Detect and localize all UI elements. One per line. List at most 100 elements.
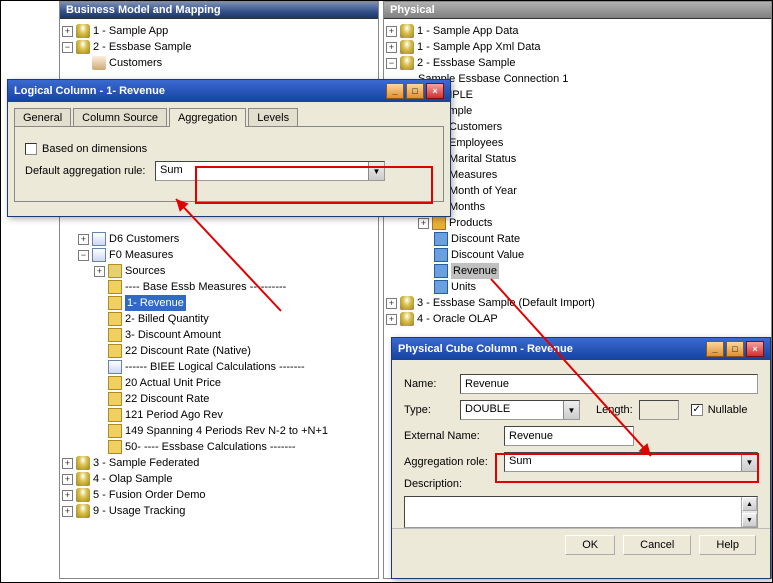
scroll-down-icon[interactable]: ▼: [742, 513, 757, 527]
database-icon: [400, 56, 414, 70]
tree-item[interactable]: Discount Value: [386, 247, 769, 263]
minimize-button[interactable]: _: [386, 83, 404, 99]
scrollbar[interactable]: ▲ ▼: [741, 497, 757, 527]
based-on-dimensions-label: Based on dimensions: [42, 143, 147, 155]
tabs: General Column Source Aggregation Levels: [14, 108, 444, 127]
default-agg-label: Default aggregation rule:: [25, 165, 155, 177]
minimize-button[interactable]: _: [706, 341, 724, 357]
tree-item[interactable]: Units: [386, 279, 769, 295]
tree-item[interactable]: +1 - Sample App Xml Data: [386, 39, 769, 55]
tree-item[interactable]: Customers: [62, 55, 376, 71]
dimension-icon: [432, 216, 446, 230]
description-textarea[interactable]: ▲ ▼: [404, 496, 758, 528]
tree-item[interactable]: −F0 Measures: [62, 247, 376, 263]
tree-item[interactable]: +Sources: [62, 263, 376, 279]
name-input[interactable]: [460, 374, 758, 394]
tree-item[interactable]: +1 - Sample App: [62, 23, 376, 39]
tree-item[interactable]: Discount Rate: [386, 231, 769, 247]
tab-aggregation[interactable]: Aggregation: [169, 108, 246, 127]
tree-item[interactable]: +3 - Sample Federated: [62, 455, 376, 471]
nullable-checkbox[interactable]: ✓: [691, 404, 703, 416]
tree-item[interactable]: 121 Period Ago Rev: [62, 407, 376, 423]
tree-item[interactable]: +5 - Fusion Order Demo: [62, 487, 376, 503]
database-icon: [400, 312, 414, 326]
help-button[interactable]: Help: [699, 535, 756, 555]
close-button[interactable]: ×: [746, 341, 764, 357]
tree-item[interactable]: +4 - Oracle OLAP: [386, 311, 769, 327]
physical-cube-column-dialog: Physical Cube Column - Revenue _ □ × Nam…: [391, 337, 771, 579]
tree-item-selected[interactable]: 1- Revenue: [62, 295, 376, 311]
column-icon: [108, 424, 122, 438]
close-button[interactable]: ×: [426, 83, 444, 99]
chevron-down-icon[interactable]: ▼: [741, 453, 757, 471]
database-icon: [400, 24, 414, 38]
model-icon: [76, 24, 90, 38]
agg-role-combo[interactable]: Sum ▼: [504, 452, 758, 472]
logical-column-titlebar[interactable]: Logical Column - 1- Revenue _ □ ×: [8, 80, 450, 102]
tree-item[interactable]: ------ BIEE Logical Calculations -------: [62, 359, 376, 375]
tree-item[interactable]: +D6 Customers: [62, 231, 376, 247]
database-icon: [400, 40, 414, 54]
maximize-button[interactable]: □: [726, 341, 744, 357]
tree-item[interactable]: 3- Discount Amount: [62, 327, 376, 343]
tree-item[interactable]: +3 - Essbase Sample (Default Import): [386, 295, 769, 311]
column-icon: [108, 440, 122, 454]
tab-levels[interactable]: Levels: [248, 108, 298, 127]
tab-column-source[interactable]: Column Source: [73, 108, 167, 127]
maximize-button[interactable]: □: [406, 83, 424, 99]
tree-item[interactable]: 20 Actual Unit Price: [62, 375, 376, 391]
model-icon: [76, 488, 90, 502]
logical-column-dialog: Logical Column - 1- Revenue _ □ × Genera…: [7, 79, 451, 217]
tree-item[interactable]: 2- Billed Quantity: [62, 311, 376, 327]
phys-pane-title: Physical: [384, 2, 771, 19]
scroll-up-icon[interactable]: ▲: [742, 497, 757, 511]
dialog-title: Logical Column - 1- Revenue: [14, 85, 165, 97]
measure-icon: [434, 264, 448, 278]
column-icon: [108, 360, 122, 374]
physical-cube-column-titlebar[interactable]: Physical Cube Column - Revenue _ □ ×: [392, 338, 770, 360]
tree-item[interactable]: −2 - Essbase Sample: [386, 55, 769, 71]
column-icon: [108, 392, 122, 406]
measure-icon: [434, 232, 448, 246]
type-label: Type:: [404, 404, 460, 416]
nullable-label: Nullable: [708, 404, 748, 416]
dialog-title: Physical Cube Column - Revenue: [398, 343, 573, 355]
column-icon: [108, 296, 122, 310]
ok-button[interactable]: OK: [565, 535, 615, 555]
length-input: [639, 400, 679, 420]
tree-item[interactable]: ---- Base Essb Measures ----------: [62, 279, 376, 295]
agg-role-label: Aggregation role:: [404, 456, 504, 468]
tree-item[interactable]: 22 Discount Rate: [62, 391, 376, 407]
tab-general[interactable]: General: [14, 108, 71, 127]
tree-item[interactable]: +1 - Sample App Data: [386, 23, 769, 39]
tree-item[interactable]: 22 Discount Rate (Native): [62, 343, 376, 359]
tree-item[interactable]: +Products: [386, 215, 769, 231]
based-on-dimensions-checkbox[interactable]: [25, 143, 37, 155]
tree-item[interactable]: +4 - Olap Sample: [62, 471, 376, 487]
tree-item[interactable]: −2 - Essbase Sample: [62, 39, 376, 55]
measure-icon: [434, 280, 448, 294]
database-icon: [400, 296, 414, 310]
model-icon: [76, 456, 90, 470]
tree-item[interactable]: +9 - Usage Tracking: [62, 503, 376, 519]
model-icon: [76, 472, 90, 486]
chevron-down-icon[interactable]: ▼: [368, 162, 384, 180]
chevron-down-icon[interactable]: ▼: [563, 401, 579, 419]
tree-item[interactable]: 50- ---- Essbase Calculations -------: [62, 439, 376, 455]
column-icon: [108, 312, 122, 326]
aggregation-panel: Based on dimensions Default aggregation …: [14, 126, 444, 202]
column-icon: [108, 344, 122, 358]
tree-item[interactable]: 149 Spanning 4 Periods Rev N-2 to +N+1: [62, 423, 376, 439]
name-label: Name:: [404, 378, 460, 390]
cancel-button[interactable]: Cancel: [623, 535, 691, 555]
measure-icon: [434, 248, 448, 262]
column-icon: [108, 408, 122, 422]
default-agg-combo[interactable]: Sum ▼: [155, 161, 385, 181]
tree-item-selected[interactable]: Revenue: [386, 263, 769, 279]
type-combo[interactable]: DOUBLE ▼: [460, 400, 580, 420]
external-name-input[interactable]: [504, 426, 634, 446]
table-icon: [92, 248, 106, 262]
folder-icon: [92, 56, 106, 70]
length-label: Length:: [596, 404, 633, 416]
model-icon: [76, 40, 90, 54]
